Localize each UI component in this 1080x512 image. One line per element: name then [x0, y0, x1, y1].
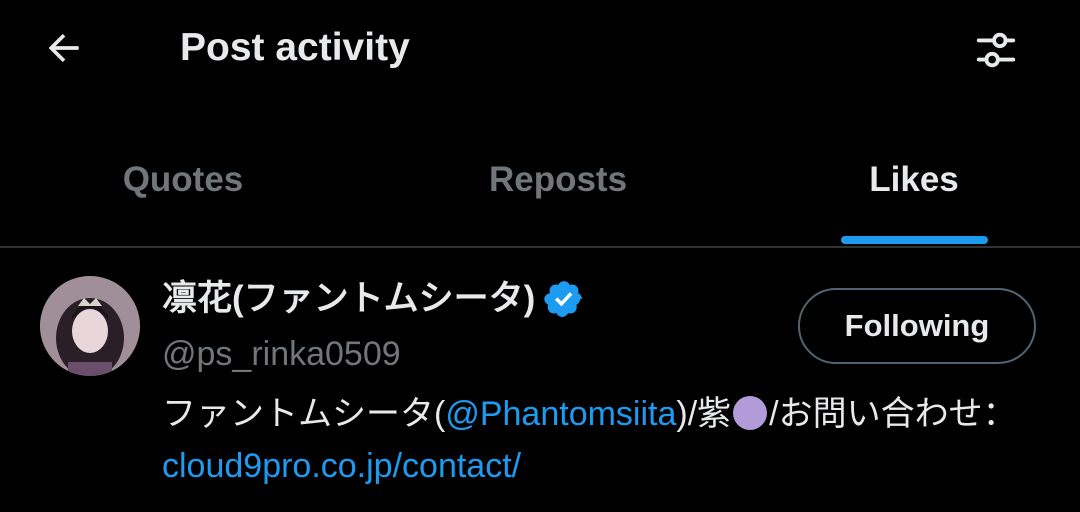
page-title: Post activity	[180, 26, 410, 69]
tab-reposts-label: Reposts	[488, 160, 628, 199]
avatar-image	[40, 276, 140, 376]
tab-reposts[interactable]: Reposts	[374, 140, 742, 246]
filter-button[interactable]	[968, 22, 1024, 78]
back-button[interactable]	[38, 22, 90, 74]
tab-likes[interactable]: Likes	[750, 140, 1078, 246]
activity-tabs: Quotes Reposts Likes	[0, 140, 1080, 246]
sliders-icon	[976, 32, 1016, 68]
user-handle: @ps_rinka0509	[162, 335, 401, 373]
avatar[interactable]	[40, 276, 140, 376]
bio-text-3: /お問い合わせ：	[769, 395, 1017, 433]
user-cell[interactable]: 凛花(ファントムシータ) @ps_rinka0509 Following ファン…	[0, 248, 1080, 512]
bio-mention-link[interactable]: @Phantomsiita	[445, 395, 676, 433]
user-bio: ファントムシータ(@Phantomsiita)/紫/お問い合わせ： cloud9p…	[162, 388, 1042, 492]
verified-badge-icon	[544, 281, 583, 317]
user-display-name[interactable]: 凛花(ファントムシータ)	[162, 276, 585, 322]
tab-quotes-label: Quotes	[122, 160, 244, 199]
tab-quotes[interactable]: Quotes	[0, 140, 366, 246]
tab-likes-label: Likes	[869, 160, 959, 199]
bio-text-1: ファントムシータ(	[162, 395, 446, 433]
active-tab-indicator	[841, 236, 988, 244]
bio-text-2: )/紫	[676, 395, 732, 433]
bio-contact-link[interactable]: cloud9pro.co.jp/contact/	[162, 447, 521, 485]
following-button[interactable]: Following	[798, 288, 1036, 364]
arrow-left-icon	[48, 33, 79, 63]
display-name-text: 凛花(ファントムシータ)	[162, 279, 536, 318]
purple-circle-emoji-icon	[733, 396, 768, 430]
top-bar: Post activity	[0, 0, 1080, 100]
